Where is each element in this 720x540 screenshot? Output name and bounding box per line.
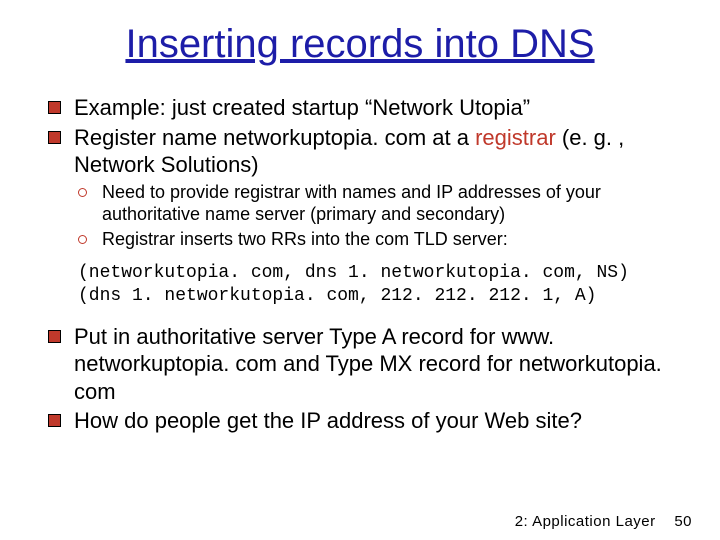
bullet-example: Example: just created startup “Network U… — [44, 94, 676, 122]
square-bullet-icon — [48, 131, 61, 144]
bullet-text-pre: Register name networkuptopia. com at a — [74, 125, 475, 150]
square-bullet-icon — [48, 414, 61, 427]
circle-bullet-icon — [78, 235, 87, 244]
bullet-text: How do people get the IP address of your… — [74, 408, 582, 433]
bullet-text: Example: just created startup “Network U… — [74, 95, 530, 120]
bullet-text: Put in authoritative server Type A recor… — [74, 324, 662, 404]
subbullet-text: Registrar inserts two RRs into the com T… — [102, 229, 508, 249]
square-bullet-icon — [48, 330, 61, 343]
footer-chapter: 2: Application Layer — [515, 513, 656, 530]
slide-footer: 2: Application Layer 50 — [515, 513, 692, 530]
bullet-register: Register name networkuptopia. com at a r… — [44, 124, 676, 179]
subbullet-inserts: Registrar inserts two RRs into the com T… — [44, 228, 676, 251]
subbullet-provide: Need to provide registrar with names and… — [44, 181, 676, 226]
slide-title: Inserting records into DNS — [44, 22, 676, 66]
footer-page-number: 50 — [674, 513, 692, 530]
code-line: (dns 1. networkutopia. com, 212. 212. 21… — [78, 286, 596, 306]
slide: Inserting records into DNS Example: just… — [0, 0, 720, 540]
square-bullet-icon — [48, 101, 61, 114]
bullet-authoritative: Put in authoritative server Type A recor… — [44, 323, 676, 406]
circle-bullet-icon — [78, 188, 87, 197]
bullet-text-accent: registrar — [475, 125, 556, 150]
dns-records-code: (networkutopia. com, dns 1. networkutopi… — [78, 262, 676, 309]
bullet-question: How do people get the IP address of your… — [44, 407, 676, 435]
subbullet-text: Need to provide registrar with names and… — [102, 182, 601, 225]
code-line: (networkutopia. com, dns 1. networkutopi… — [78, 263, 629, 283]
